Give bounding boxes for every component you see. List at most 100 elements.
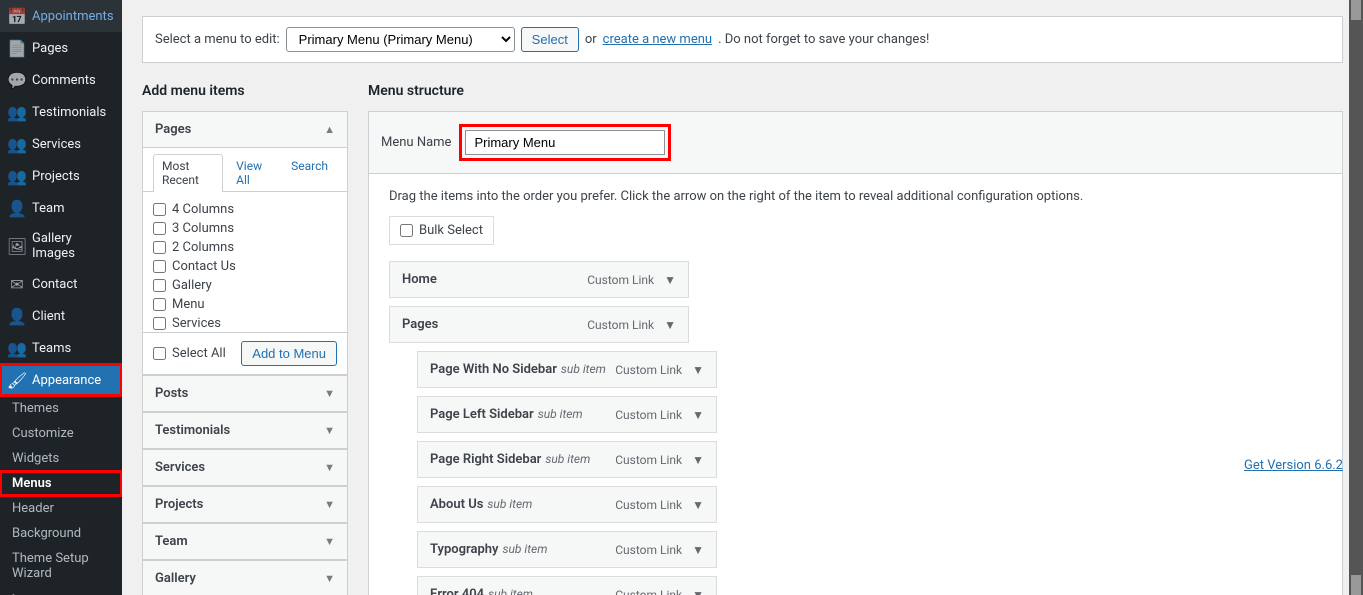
main-content: Select a menu to edit: Primary Menu (Pri… <box>122 0 1363 595</box>
create-menu-link[interactable]: create a new menu <box>603 32 712 47</box>
pages-tabs: Most Recent View All Search <box>143 148 347 192</box>
menu-structure-item[interactable]: Typographysub itemCustom Link▼ <box>417 531 717 568</box>
page-checkbox[interactable] <box>153 260 166 273</box>
pages-icon: 📄 <box>8 39 26 57</box>
tab-most-recent[interactable]: Most Recent <box>153 154 223 192</box>
version-link[interactable]: Get Version 6.6.2 <box>1244 458 1343 473</box>
page-checkbox[interactable] <box>153 298 166 311</box>
tab-search[interactable]: Search <box>282 154 337 191</box>
sidebar-item-services[interactable]: 👥Services <box>0 128 122 160</box>
page-item[interactable]: Contact Us <box>153 257 337 276</box>
sidebar-sub-customize[interactable]: Customize <box>0 421 122 446</box>
select-all-label: Select All <box>172 346 226 361</box>
expand-icon: ▼ <box>324 387 335 400</box>
sidebar-item-gallery-images[interactable]: 🖼Gallery Images <box>0 224 122 268</box>
page-checkbox[interactable] <box>153 317 166 330</box>
sidebar-item-plugins[interactable]: 🔌Plugins <box>0 586 122 595</box>
select-button[interactable]: Select <box>521 27 579 52</box>
teams-icon: 👥 <box>8 339 26 357</box>
pages-panel-header[interactable]: Pages ▲ <box>143 112 347 148</box>
sidebar-item-testimonials[interactable]: 👥Testimonials <box>0 96 122 128</box>
page-item[interactable]: Gallery <box>153 276 337 295</box>
tab-view-all[interactable]: View All <box>227 154 278 191</box>
chevron-down-icon[interactable]: ▼ <box>692 363 704 377</box>
page-item[interactable]: Menu <box>153 295 337 314</box>
projects-icon: 👥 <box>8 167 26 185</box>
panel-posts[interactable]: Posts▼ <box>143 376 347 411</box>
pages-panel: Pages ▲ Most Recent View All Search 4 Co… <box>142 111 348 375</box>
bulk-select-checkbox[interactable] <box>400 224 413 237</box>
add-to-menu-button[interactable]: Add to Menu <box>241 341 337 366</box>
sidebar-item-projects[interactable]: 👥Projects <box>0 160 122 192</box>
page-checkbox[interactable] <box>153 279 166 292</box>
page-checkbox[interactable] <box>153 203 166 216</box>
expand-icon: ▼ <box>324 424 335 437</box>
menu-dropdown[interactable]: Primary Menu (Primary Menu) <box>286 27 515 52</box>
menu-name-input[interactable] <box>465 130 665 155</box>
page-item[interactable]: 3 Columns <box>153 219 337 238</box>
select-menu-label: Select a menu to edit: <box>155 32 280 47</box>
select-all-row[interactable]: Select All <box>153 344 226 363</box>
sidebar-sub-theme-setup-wizard[interactable]: Theme Setup Wizard <box>0 546 122 586</box>
menu-structure-item[interactable]: Page With No Sidebarsub itemCustom Link▼ <box>417 351 717 388</box>
select-all-checkbox[interactable] <box>153 347 166 360</box>
scroll-up-icon[interactable] <box>1351 0 1361 20</box>
window-scrollbar[interactable] <box>1349 0 1363 595</box>
team-icon: 👤 <box>8 199 26 217</box>
chevron-down-icon[interactable]: ▼ <box>692 453 704 467</box>
panel-services[interactable]: Services▼ <box>143 450 347 485</box>
sidebar-sub-widgets[interactable]: Widgets <box>0 446 122 471</box>
chevron-down-icon[interactable]: ▼ <box>692 408 704 422</box>
expand-icon: ▼ <box>324 461 335 474</box>
menu-structure-item[interactable]: Page Right Sidebarsub itemCustom Link▼ <box>417 441 717 478</box>
contact-icon: ✉ <box>8 275 26 293</box>
expand-icon: ▼ <box>324 498 335 511</box>
sidebar-item-client[interactable]: 👤Client <box>0 300 122 332</box>
sidebar-item-appearance[interactable]: 🖌Appearance <box>0 364 122 396</box>
panel-gallery[interactable]: Gallery▼ <box>143 561 347 595</box>
appearance-icon: 🖌 <box>8 371 26 389</box>
page-checkbox[interactable] <box>153 222 166 235</box>
sidebar-item-comments[interactable]: 💬Comments <box>0 64 122 96</box>
chevron-down-icon[interactable]: ▼ <box>664 273 676 287</box>
appointments-icon: 📅 <box>8 7 26 25</box>
menu-structure-item[interactable]: HomeCustom Link▼ <box>389 261 689 298</box>
page-item[interactable]: 2 Columns <box>153 238 337 257</box>
panel-projects[interactable]: Projects▼ <box>143 487 347 522</box>
page-item[interactable]: Services <box>153 314 337 332</box>
chevron-down-icon[interactable]: ▼ <box>664 318 676 332</box>
sidebar-item-team[interactable]: 👤Team <box>0 192 122 224</box>
menu-structure-item[interactable]: About Ussub itemCustom Link▼ <box>417 486 717 523</box>
chevron-down-icon[interactable]: ▼ <box>692 498 704 512</box>
menu-structure-item[interactable]: PagesCustom Link▼ <box>389 306 689 343</box>
sidebar-sub-background[interactable]: Background <box>0 521 122 546</box>
page-item[interactable]: 4 Columns <box>153 200 337 219</box>
pages-checklist[interactable]: 4 Columns3 Columns2 ColumnsContact UsGal… <box>143 192 347 332</box>
menu-select-row: Select a menu to edit: Primary Menu (Pri… <box>142 16 1343 63</box>
menu-name-label: Menu Name <box>381 135 451 150</box>
bulk-select-row[interactable]: Bulk Select <box>389 216 494 245</box>
gallery-images-icon: 🖼 <box>8 237 26 255</box>
menu-structure-heading: Menu structure <box>368 83 1343 99</box>
or-text: or <box>585 32 597 47</box>
menu-name-bar: Menu Name <box>368 111 1343 174</box>
panel-testimonials[interactable]: Testimonials▼ <box>143 413 347 448</box>
menu-structure-item[interactable]: Error 404sub itemCustom Link▼ <box>417 576 717 595</box>
page-checkbox[interactable] <box>153 241 166 254</box>
sidebar-sub-menus[interactable]: Menus <box>0 471 122 496</box>
chevron-down-icon[interactable]: ▼ <box>692 588 704 595</box>
comments-icon: 💬 <box>8 71 26 89</box>
sidebar-item-appointments[interactable]: 📅Appointments <box>0 0 122 32</box>
menu-structure-item[interactable]: Page Left Sidebarsub itemCustom Link▼ <box>417 396 717 433</box>
reminder-text: . Do not forget to save your changes! <box>718 32 929 47</box>
bulk-select-label: Bulk Select <box>419 223 483 238</box>
sidebar-sub-header[interactable]: Header <box>0 496 122 521</box>
scroll-down-icon[interactable] <box>1351 575 1361 595</box>
sidebar-item-contact[interactable]: ✉Contact <box>0 268 122 300</box>
sidebar-item-pages[interactable]: 📄Pages <box>0 32 122 64</box>
chevron-down-icon[interactable]: ▼ <box>692 543 704 557</box>
sidebar-item-teams[interactable]: 👥Teams <box>0 332 122 364</box>
sidebar-sub-themes[interactable]: Themes <box>0 396 122 421</box>
panel-team[interactable]: Team▼ <box>143 524 347 559</box>
pages-panel-title: Pages <box>155 122 191 137</box>
